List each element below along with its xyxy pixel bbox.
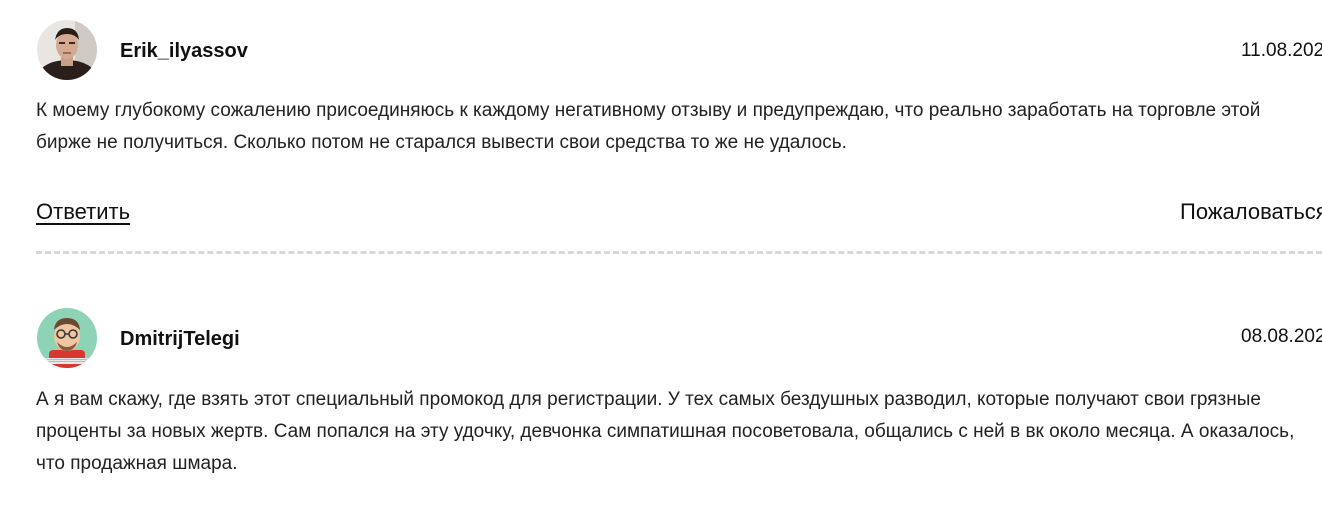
comment-author[interactable]: DmitrijTelegi	[120, 328, 240, 351]
comments-list: Erik_ilyassov 11.08.2021 К моему глубоко…	[0, 0, 1322, 508]
comment-text: А я вам скажу, где взять этот специальны…	[36, 389, 1295, 474]
cartoon-avatar-icon	[37, 308, 97, 368]
avatar[interactable]	[37, 308, 97, 368]
comment-item: DmitrijTelegi 08.08.2021 А я вам скажу, …	[0, 0, 1322, 508]
comment-date: 08.08.2021	[1241, 326, 1322, 347]
